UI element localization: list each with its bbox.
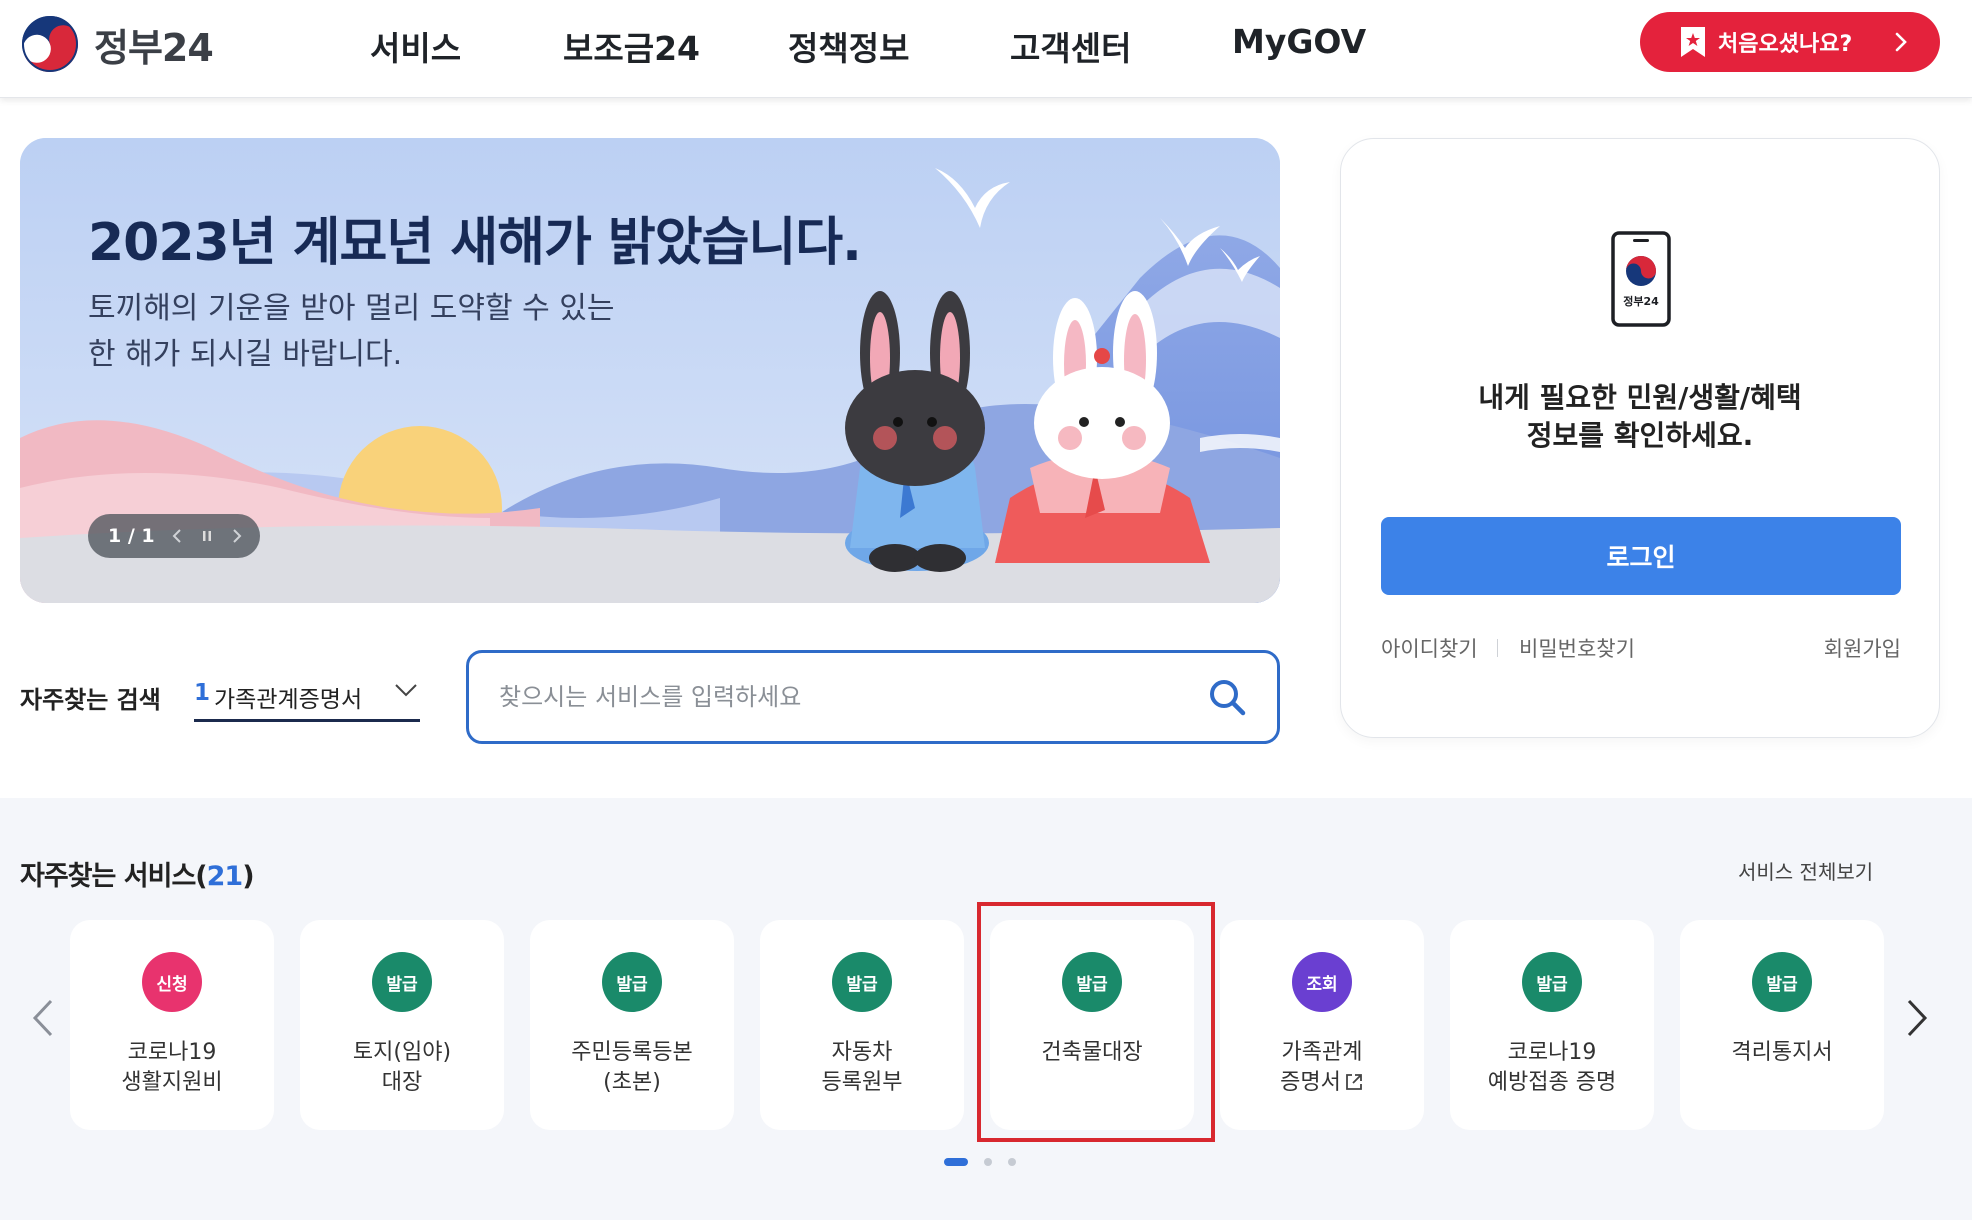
banner-pagination: 1 / 1 [108,525,155,547]
nav-customer-center[interactable]: 고객센터 [1010,22,1131,70]
service-badge: 발급 [1062,952,1122,1012]
nav-subsidy24[interactable]: 보조금24 [563,22,700,70]
service-card-covid19-vaccination-certificate[interactable]: 발급 코로나19 예방접종 증명 [1450,920,1654,1130]
banner-subtitle-line2: 한 해가 되시길 바랍니다. [88,337,403,372]
signup-link[interactable]: 회원가입 [1824,633,1901,663]
service-card-quarantine-notice[interactable]: 발급 격리통지서 [1680,920,1884,1130]
search-icon [1210,680,1246,716]
services-title-text: 자주찾는 서비스 [20,861,196,892]
service-card-building-register[interactable]: 발급 건축물대장 [990,920,1194,1130]
login-card: 정부24 내게 필요한 민원/생활/혜택 정보를 확인하세요. 로그인 아이디찾… [1340,138,1940,738]
frequent-search-rank: 1 [194,680,211,706]
search-input[interactable] [499,675,1179,719]
view-all-services-link[interactable]: 서비스 전체보기 [1738,856,1873,885]
chevron-right-icon [1895,32,1907,52]
phone-label: 정부24 [1623,294,1659,308]
first-visit-button[interactable]: 처음오셨나요? [1640,12,1940,72]
search-button[interactable] [1207,677,1247,721]
carousel-dot-active[interactable] [944,1158,968,1166]
chevron-left-icon [32,999,53,1037]
services-count: 21 [206,861,244,892]
link-divider [1497,639,1498,657]
chevron-down-icon [395,684,417,697]
carousel-dot[interactable] [1008,1158,1016,1166]
banner-title: 2023년 계묘년 새해가 밝았습니다. [88,213,862,273]
service-name: 가족관계 증명서 [1220,1038,1424,1098]
service-badge: 발급 [1522,952,1582,1012]
service-name: 토지(임야) 대장 [352,1040,452,1095]
site-header: 정부24 서비스 보조금24 정책정보 고객센터 MyGOV 처음오셨나요? [0,0,1972,98]
taegeuk-emblem-icon [18,12,82,76]
service-card-covid19-living-support[interactable]: 신청 코로나19 생활지원비 [70,920,274,1130]
banner-slide-controls: 1 / 1 [88,514,260,558]
frequent-services-title: 자주찾는 서비스(21) [20,861,255,892]
login-message-line1: 내게 필요한 민원/생활/혜택 [1478,381,1802,414]
service-badge: 발급 [1752,952,1812,1012]
next-slide-icon[interactable] [225,524,249,548]
service-card-land-register[interactable]: 발급 토지(임야) 대장 [300,920,504,1130]
service-badge: 발급 [832,952,892,1012]
frequent-services-section: 자주찾는 서비스(21) 서비스 전체보기 신청 코로나19 생활지원비 발급 … [0,798,1972,1220]
service-name: 건축물대장 [1041,1040,1143,1065]
login-message-line2: 정보를 확인하세요. [1526,419,1754,452]
carousel-dot[interactable] [984,1158,992,1166]
nav-services[interactable]: 서비스 [370,22,461,70]
chevron-right-icon [1907,999,1928,1037]
frequent-search-value: 가족관계증명서 [214,687,363,713]
login-button[interactable]: 로그인 [1381,517,1901,595]
service-name: 코로나19 예방접종 증명 [1487,1040,1617,1095]
service-card-vehicle-registration[interactable]: 발급 자동차 등록원부 [760,920,964,1130]
account-links: 아이디찾기 비밀번호찾기 회원가입 [1381,633,1901,663]
prev-slide-icon[interactable] [165,524,189,548]
logo-text: 정부24 [94,25,214,70]
main-banner[interactable]: 2023년 계묘년 새해가 밝았습니다. 토끼해의 기운을 받아 멀리 도약할 … [20,138,1280,603]
service-badge: 발급 [602,952,662,1012]
nav-mygov[interactable]: MyGOV [1232,22,1366,61]
login-message: 내게 필요한 민원/생활/혜택 정보를 확인하세요. [1341,379,1939,455]
external-link-icon [1345,1074,1362,1090]
carousel-prev-button[interactable] [32,998,54,1042]
frequent-search-dropdown[interactable]: 1 가족관계증명서 [194,670,420,722]
banner-subtitle: 토끼해의 기운을 받아 멀리 도약할 수 있는 한 해가 되시길 바랍니다. [88,286,614,378]
first-visit-label: 처음오셨나요? [1718,32,1853,57]
service-badge: 조회 [1292,952,1352,1012]
service-name: 자동차 등록원부 [821,1040,903,1095]
banner-subtitle-line1: 토끼해의 기운을 받아 멀리 도약할 수 있는 [88,291,615,326]
service-card-family-relation-certificate[interactable]: 조회 가족관계 증명서 [1220,920,1424,1130]
service-card-resident-registration[interactable]: 발급 주민등록등본 (초본) [530,920,734,1130]
service-badge: 발급 [372,952,432,1012]
service-search-box [466,650,1280,744]
service-badge: 신청 [142,952,202,1012]
carousel-next-button[interactable] [1906,998,1928,1042]
frequent-search-label: 자주찾는 검색 [20,686,161,714]
find-id-link[interactable]: 아이디찾기 [1381,633,1478,663]
service-name: 주민등록등본 (초본) [571,1040,693,1095]
service-name: 코로나19 생활지원비 [121,1040,223,1095]
service-name: 격리통지서 [1731,1040,1833,1065]
pause-icon[interactable] [195,524,219,548]
find-password-link[interactable]: 비밀번호찾기 [1519,633,1635,663]
nav-policy-info[interactable]: 정책정보 [788,22,909,70]
bookmark-star-icon [1681,27,1705,57]
site-logo[interactable]: 정부24 [18,12,214,76]
mobile-id-phone-icon: 정부24 [1611,231,1671,327]
